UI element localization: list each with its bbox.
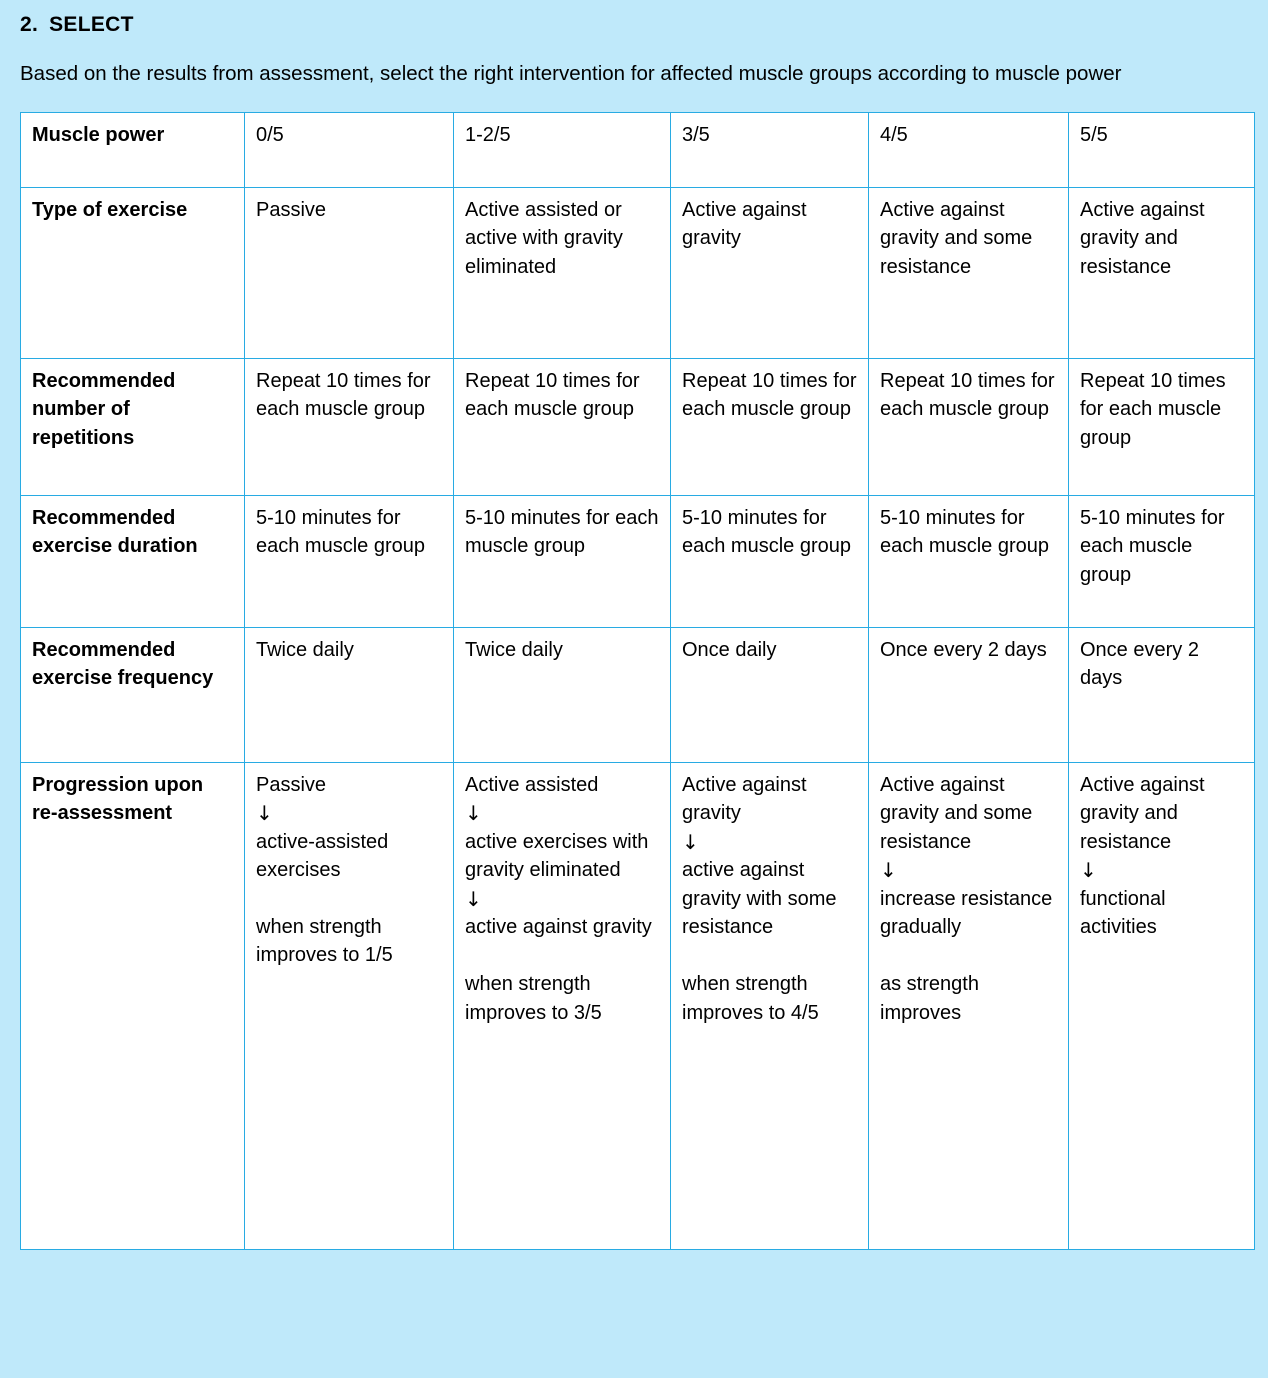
cell-reps-0: Repeat 10 times for each muscle group [244, 357, 454, 496]
select-section-page: 2. SELECT Based on the results from asses… [0, 0, 1268, 1378]
header-col-4: 5/5 [1068, 111, 1255, 188]
progression-step-0: active exercises with gravity eliminated [465, 830, 649, 882]
progression-step-0: active-assisted exercises [256, 830, 389, 882]
down-arrow-icon: ↓ [256, 801, 273, 826]
progression-start: Active against gravity and some resistan… [880, 773, 1033, 853]
progression-start: Active against gravity and resistance [1080, 773, 1205, 853]
cell-type-3: Active against gravity and some resistan… [868, 186, 1069, 359]
progression-condition: when strength improves to 4/5 [682, 973, 819, 1024]
cell-type-0: Passive [244, 186, 454, 359]
cell-reps-1: Repeat 10 times for each muscle group [453, 357, 671, 496]
row-label-frequency: Recommended exercise frequency [20, 626, 245, 763]
cell-type-4: Active against gravity and resistance [1068, 186, 1255, 359]
cell-freq-1: Twice daily [453, 626, 671, 763]
down-arrow-icon: ↓ [682, 829, 699, 854]
progression-step-0: increase resistance gradually [880, 887, 1053, 939]
down-arrow-icon: ↓ [465, 886, 482, 911]
header-col-0: 0/5 [244, 111, 454, 188]
down-arrow-icon: ↓ [465, 801, 482, 826]
progression-condition: as strength improves [880, 973, 979, 1024]
cell-freq-4: Once every 2 days [1068, 626, 1255, 763]
header-row-label: Muscle power [20, 111, 245, 188]
intervention-table: Muscle power 0/5 1-2/5 3/5 4/5 5/5 Type … [20, 111, 1255, 1250]
row-label-repetitions: Recommended number of repetitions [20, 357, 245, 496]
cell-dur-1: 5-10 minutes for each muscle group [453, 494, 671, 628]
cell-dur-2: 5-10 minutes for each muscle group [670, 494, 869, 628]
table-row-progression: Progression upon re-assessment Passive ↓ a… [20, 761, 1255, 1250]
header-col-2: 3/5 [670, 111, 869, 188]
cell-progression-4: Active against gravity and resistance ↓ f… [1068, 761, 1255, 1250]
header-col-3: 4/5 [868, 111, 1069, 188]
section-intro-text: Based on the results from assessment, se… [20, 62, 1122, 86]
cell-dur-4: 5-10 minutes for each muscle group [1068, 494, 1255, 628]
down-arrow-icon: ↓ [1080, 858, 1097, 883]
row-label-duration: Recommended exercise duration [20, 494, 245, 628]
cell-type-1: Active assisted or active with gravity e… [453, 186, 671, 359]
table-row-repetitions: Recommended number of repetitions Repeat… [20, 357, 1255, 496]
progression-step-0: active against gravity with some resista… [682, 859, 837, 939]
progression-start: Active against gravity [682, 773, 807, 825]
table-row-frequency: Recommended exercise frequency Twice dai… [20, 626, 1255, 763]
section-title: SELECT [49, 13, 134, 36]
cell-dur-0: 5-10 minutes for each muscle group [244, 494, 454, 628]
cell-progression-1: Active assisted ↓ active exercises with gr… [453, 761, 671, 1250]
progression-start: Active assisted [465, 773, 599, 796]
cell-freq-0: Twice daily [244, 626, 454, 763]
cell-reps-4: Repeat 10 times for each muscle group [1068, 357, 1255, 496]
section-number: 2. [20, 13, 39, 36]
progression-step-0: functional activities [1080, 887, 1166, 939]
cell-freq-2: Once daily [670, 626, 869, 763]
row-label-progression: Progression upon re-assessment [20, 761, 245, 1250]
cell-dur-3: 5-10 minutes for each muscle group [868, 494, 1069, 628]
cell-reps-2: Repeat 10 times for each muscle group [670, 357, 869, 496]
cell-reps-3: Repeat 10 times for each muscle group [868, 357, 1069, 496]
row-label-type-of-exercise: Type of exercise [20, 186, 245, 359]
cell-type-2: Active against gravity [670, 186, 869, 359]
table-row-duration: Recommended exercise duration 5-10 minut… [20, 494, 1255, 628]
down-arrow-icon: ↓ [880, 858, 897, 883]
header-col-1: 1-2/5 [453, 111, 671, 188]
table-row-header: Muscle power 0/5 1-2/5 3/5 4/5 5/5 [20, 111, 1255, 188]
cell-freq-3: Once every 2 days [868, 626, 1069, 763]
progression-start: Passive [256, 773, 327, 796]
progression-condition: when strength improves to 3/5 [465, 973, 602, 1024]
progression-condition: when strength improves to 1/5 [256, 915, 393, 967]
table-row-type-of-exercise: Type of exercise Passive Active assisted… [20, 186, 1255, 359]
cell-progression-2: Active against gravity ↓ active against g… [670, 761, 869, 1250]
cell-progression-3: Active against gravity and some resistan… [868, 761, 1069, 1250]
progression-step-1: active against gravity [465, 916, 652, 939]
section-heading: 2. SELECT [20, 0, 1248, 37]
cell-progression-0: Passive ↓ active-assisted exercises when st… [244, 761, 454, 1250]
